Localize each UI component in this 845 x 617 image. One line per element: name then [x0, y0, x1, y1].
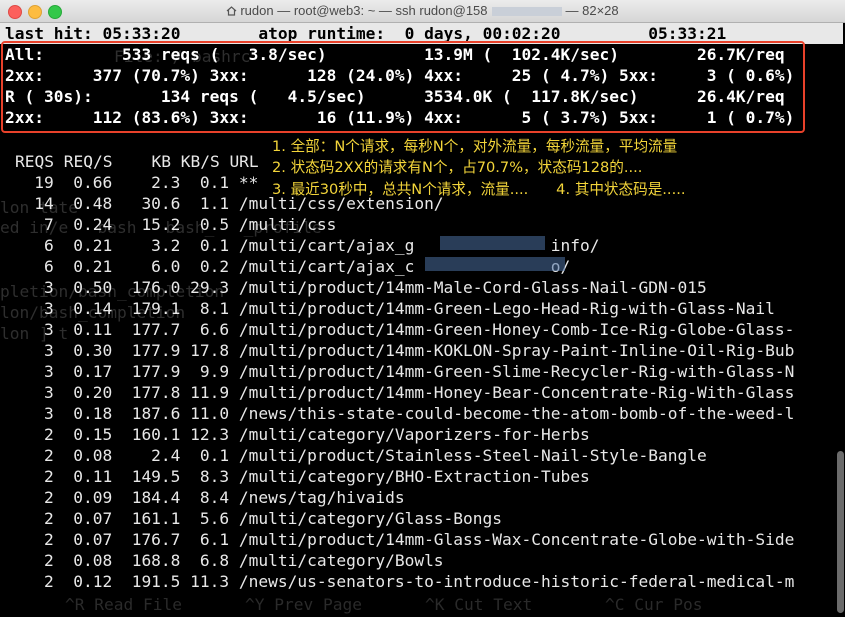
menu-cut-text: ^K Cut Text [425, 595, 533, 614]
window-title-size: — 82×28 [565, 3, 619, 18]
menu-cur-pos: ^C Cur Pos [605, 595, 703, 614]
table-row: 3 0.18 187.6 11.0 /news/this-state-could… [5, 404, 795, 423]
table-row: 2 0.07 176.7 6.1 /multi/product/14mm-Gla… [5, 530, 795, 549]
table-row: 2 0.09 184.4 8.4 /news/tag/hivaids [5, 488, 405, 507]
status-bar: last hit: 05:33:20 atop runtime: 0 days,… [0, 23, 843, 44]
window-title: rudon — root@web3: ~ — ssh rudon@158 — 82… [0, 3, 845, 18]
menu-read-file: ^R Read File [65, 595, 182, 614]
menu-prev-page: ^Y Prev Page [245, 595, 362, 614]
runtime-value: 0 days, 00:02:20 [404, 24, 561, 43]
summary-recent-status: 2xx: 112 (83.6%) 3xx: 16 (11.9%) 4xx: 5 … [5, 108, 795, 127]
table-row: 2 0.08 2.4 0.1 /multi/product/Stainless-… [5, 446, 707, 465]
table-row: 2 0.12 191.5 11.3 /news/us-senators-to-i… [5, 572, 795, 591]
redacted-ip [491, 7, 562, 17]
scrollbar-thumb[interactable] [837, 451, 844, 613]
table-row: 3 0.17 177.9 9.9 /multi/product/14mm-Gre… [5, 362, 795, 381]
home-icon [226, 6, 237, 16]
summary-all-status: 2xx: 377 (70.7%) 3xx: 128 (24.0%) 4xx: 2… [5, 66, 795, 85]
table-row: 2 0.11 149.5 8.3 /multi/category/BHO-Ext… [5, 467, 590, 486]
table-row: 3 0.20 177.8 11.9 /multi/product/14mm-Ho… [5, 383, 795, 402]
table-row: 2 0.07 161.1 5.6 /multi/category/Glass-B… [5, 509, 503, 528]
annotation-1: 1. 全部：N个请求，每秒N个，对外流量，每秒流量，平均流量 [272, 138, 678, 155]
table-row: 7 0.24 15.2 0.5 /multi/css [5, 215, 337, 234]
table-row: 3 0.50 176.0 29.3 /multi/product/14mm-Ma… [5, 278, 707, 297]
annotation-2: 2. 状态码2XX的请求有N个，占70.7%，状态码128的.... [272, 159, 643, 176]
table-header: REQS REQ/S KB KB/S URL [15, 151, 259, 172]
summary-recent: R ( 30s): 134 reqs ( 4.5/sec) 3534.0K ( … [5, 87, 785, 106]
col-url: URL [229, 152, 259, 171]
col-reqs-per-sec: REQ/S [63, 152, 113, 171]
col-reqs: REQS [15, 152, 54, 171]
table-row: 19 0.66 2.3 0.1 ** [5, 173, 259, 192]
table-row: 3 0.30 177.9 17.8 /multi/product/14mm-KO… [5, 341, 795, 360]
table-row: 3 0.11 177.7 6.6 /multi/product/14mm-Gre… [5, 320, 795, 339]
redacted-region [440, 236, 545, 250]
window-titlebar: rudon — root@web3: ~ — ssh rudon@158 — 82… [0, 0, 845, 23]
table-row: 2 0.08 168.8 6.8 /multi/category/Bowls [5, 551, 444, 570]
runtime-label: atop runtime: [258, 24, 386, 43]
redacted-region [425, 257, 565, 271]
table-row: 14 0.48 30.6 1.1 /multi/css/extension/ [5, 194, 444, 213]
summary-all: All: 533 reqs ( 3.8/sec) 13.9M ( 102.4K/… [5, 45, 785, 64]
col-kb-per-sec: KB/S [180, 152, 220, 171]
last-hit-value: 05:33:20 [102, 24, 181, 43]
table-row: 3 0.14 179.1 8.1 /multi/product/14mm-Gre… [5, 299, 775, 318]
last-hit-label: last hit: [5, 24, 93, 43]
table-row: 2 0.15 160.1 12.3 /multi/category/Vapori… [5, 425, 590, 444]
window-title-text: rudon — root@web3: ~ — ssh rudon@158 [240, 3, 488, 18]
terminal-area[interactable]: File: /.bashrc lon tate ed in/e bash bas… [0, 23, 845, 617]
col-kb: KB [151, 152, 171, 171]
clock: 05:33:21 [648, 24, 727, 43]
